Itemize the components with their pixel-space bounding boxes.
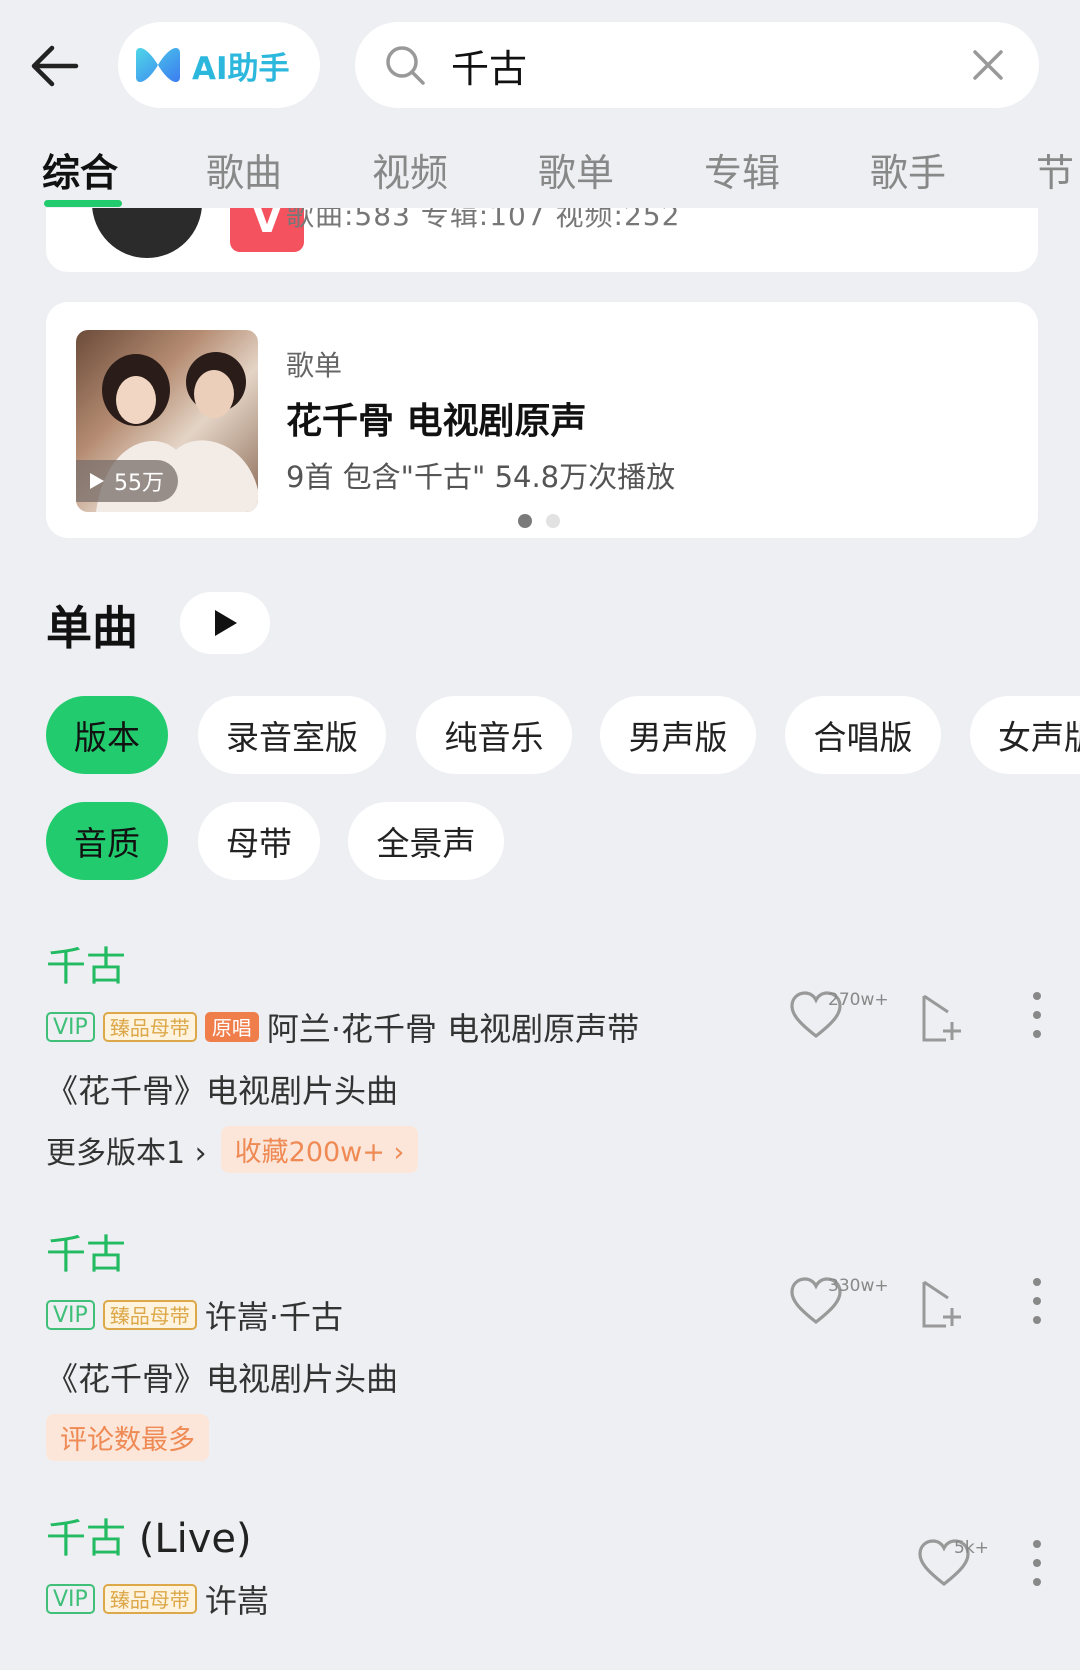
tab-artists[interactable]: 歌手 bbox=[870, 142, 946, 197]
tab-playlists[interactable]: 歌单 bbox=[538, 142, 614, 197]
section-title-singles: 单曲 bbox=[46, 601, 138, 655]
more-icon[interactable] bbox=[1030, 1538, 1044, 1588]
filter-chip-chorus[interactable]: 合唱版 bbox=[785, 696, 941, 774]
artist-album: 许嵩 bbox=[204, 1582, 269, 1620]
arrow-left-icon bbox=[31, 45, 79, 87]
artist-album: 阿兰·花千骨 电视剧原声带 bbox=[266, 1010, 640, 1048]
more-icon[interactable] bbox=[1030, 1276, 1044, 1326]
ai-logo-icon bbox=[136, 48, 180, 82]
play-icon bbox=[90, 473, 104, 489]
filter-chip-male[interactable]: 男声版 bbox=[600, 696, 756, 774]
play-all-button[interactable] bbox=[180, 592, 270, 654]
master-tag: 臻品母带 bbox=[102, 1584, 197, 1614]
tab-bar: 综合 歌曲 视频 歌单 专辑 歌手 节 bbox=[0, 128, 1080, 208]
master-tag: 臻品母带 bbox=[102, 1300, 197, 1330]
add-to-playlist-icon[interactable] bbox=[918, 1278, 966, 1330]
tab-videos[interactable]: 视频 bbox=[372, 142, 448, 197]
filter-chip-studio[interactable]: 录音室版 bbox=[198, 696, 386, 774]
filter-chip-female[interactable]: 女声版 bbox=[970, 696, 1080, 774]
active-tab-indicator bbox=[44, 200, 122, 207]
clear-icon[interactable] bbox=[971, 48, 1005, 82]
ai-assistant-label: AI助手 bbox=[192, 50, 290, 87]
vip-tag: VIP bbox=[46, 1012, 95, 1042]
add-to-playlist-icon[interactable] bbox=[918, 992, 966, 1044]
ai-assistant-button[interactable]: AI助手 bbox=[118, 22, 320, 108]
playlist-title: 花千骨 电视剧原声 bbox=[286, 401, 587, 442]
artist-stats: 歌曲:583 专辑:107 视频:252 bbox=[286, 208, 681, 232]
playlist-cover: 55万 bbox=[76, 330, 258, 512]
search-bar[interactable]: 千古 bbox=[355, 22, 1039, 108]
song-row-2[interactable]: 千古 VIP 臻品母带 许嵩·千古 《花千骨》电视剧片头曲 评论数最多 bbox=[46, 1222, 398, 1461]
tab-comprehensive[interactable]: 综合 bbox=[42, 142, 118, 197]
playlist-meta: 9首 包含"千古" 54.8万次播放 bbox=[286, 460, 676, 494]
playlist-card[interactable]: 55万 歌单 花千骨 电视剧原声 9首 包含"千古" 54.8万次播放 bbox=[46, 302, 1038, 538]
filter-chip-version[interactable]: 版本 bbox=[46, 696, 168, 774]
play-count: 55万 bbox=[114, 471, 164, 496]
master-tag: 臻品母带 bbox=[102, 1012, 197, 1042]
back-button[interactable] bbox=[26, 36, 86, 96]
playlist-kind: 歌单 bbox=[286, 349, 343, 382]
song-subtitle: VIP 臻品母带 许嵩·千古 bbox=[46, 1292, 398, 1338]
more-versions-link[interactable]: 更多版本1 › bbox=[46, 1128, 207, 1172]
filter-chip-instrumental[interactable]: 纯音乐 bbox=[416, 696, 572, 774]
filter-chip-spatial[interactable]: 全景声 bbox=[348, 802, 504, 880]
artist-card[interactable]: V 歌曲:583 专辑:107 视频:252 bbox=[46, 208, 1038, 272]
vip-tag: VIP bbox=[46, 1584, 95, 1614]
song-title: 千古 (Live) bbox=[46, 1516, 252, 1562]
collect-badge[interactable]: 收藏200w+ › bbox=[220, 1126, 419, 1173]
tab-programs[interactable]: 节 bbox=[1036, 142, 1074, 197]
carousel-dot-active bbox=[518, 514, 532, 528]
play-count-badge: 55万 bbox=[76, 460, 178, 502]
like-count: 330w+ bbox=[828, 1276, 889, 1296]
tab-songs[interactable]: 歌曲 bbox=[206, 142, 282, 197]
play-icon bbox=[215, 610, 237, 636]
vip-tag: VIP bbox=[46, 1300, 95, 1330]
song-title: 千古 bbox=[46, 944, 126, 990]
artist-album: 许嵩·千古 bbox=[204, 1298, 343, 1336]
song-description: 《花千骨》电视剧片头曲 bbox=[46, 1360, 399, 1398]
song-subtitle: VIP 臻品母带 许嵩 bbox=[46, 1576, 269, 1622]
song-row-3[interactable]: 千古 (Live) VIP 臻品母带 许嵩 bbox=[46, 1506, 269, 1622]
song-row-1[interactable]: 千古 VIP 臻品母带 原唱 阿兰·花千骨 电视剧原声带 《花千骨》电视剧片头曲… bbox=[46, 934, 639, 1173]
like-count: 270w+ bbox=[828, 990, 889, 1010]
more-icon[interactable] bbox=[1030, 990, 1044, 1040]
song-title-suffix: (Live) bbox=[138, 1516, 252, 1562]
most-comments-badge: 评论数最多 bbox=[46, 1414, 209, 1461]
song-title: 千古 bbox=[46, 1232, 126, 1278]
like-count: 5k+ bbox=[954, 1538, 989, 1558]
tab-albums[interactable]: 专辑 bbox=[704, 142, 780, 197]
carousel-dots bbox=[518, 514, 560, 528]
filter-chip-master[interactable]: 母带 bbox=[198, 802, 320, 880]
original-tag: 原唱 bbox=[204, 1012, 259, 1042]
filter-chip-quality[interactable]: 音质 bbox=[46, 802, 168, 880]
search-icon bbox=[386, 46, 425, 85]
carousel-dot bbox=[546, 514, 560, 528]
song-description: 《花千骨》电视剧片头曲 bbox=[46, 1072, 399, 1110]
song-subtitle: VIP 臻品母带 原唱 阿兰·花千骨 电视剧原声带 bbox=[46, 1004, 639, 1050]
search-input[interactable]: 千古 bbox=[451, 38, 971, 93]
artist-avatar bbox=[92, 208, 202, 258]
